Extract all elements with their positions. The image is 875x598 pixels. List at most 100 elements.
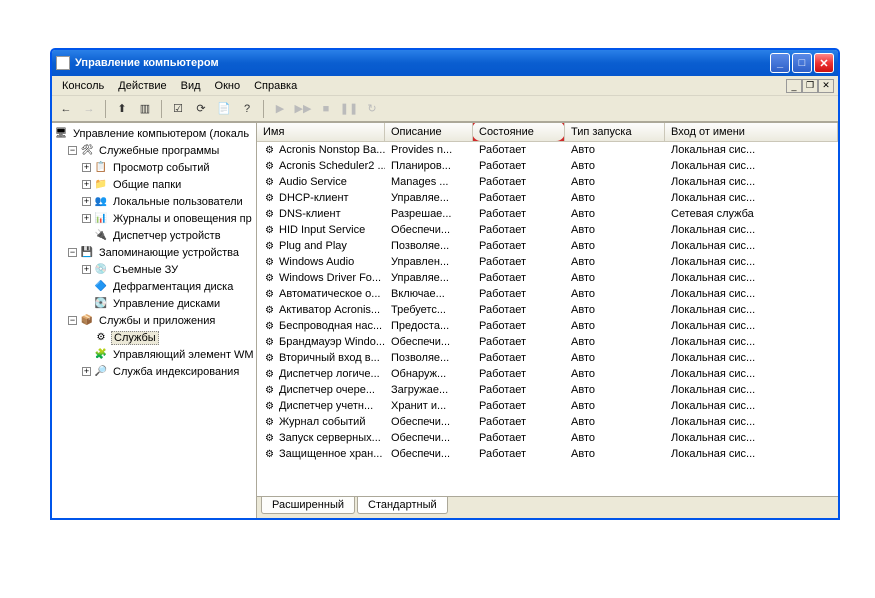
service-state: Работает <box>473 144 565 156</box>
tree-perf-logs[interactable]: +📊Журналы и оповещения пр <box>52 210 256 227</box>
mdi-close-button[interactable]: ✕ <box>818 79 834 93</box>
menu-help[interactable]: Справка <box>248 79 303 93</box>
collapse-icon[interactable]: − <box>68 146 77 155</box>
tree-event-viewer[interactable]: +📋Просмотр событий <box>52 159 256 176</box>
up-icon[interactable]: ⬆ <box>112 99 132 119</box>
tree-utilities[interactable]: −🛠Служебные программы <box>52 142 256 159</box>
separator <box>161 100 162 118</box>
tree-storage[interactable]: −💾Запоминающие устройства <box>52 244 256 261</box>
tree-disk-mgmt[interactable]: 💽Управление дисками <box>52 295 256 312</box>
tree-local-users[interactable]: +👥Локальные пользователи <box>52 193 256 210</box>
minimize-button[interactable]: _ <box>770 53 790 73</box>
service-logon: Локальная сис... <box>665 368 838 380</box>
service-desc: Планиров... <box>385 160 473 172</box>
tree-defrag[interactable]: 🔷Дефрагментация диска <box>52 278 256 295</box>
col-startup-type[interactable]: Тип запуска <box>565 123 665 141</box>
service-row[interactable]: ⚙Windows Driver Fo...Управляе...Работает… <box>257 270 838 286</box>
expand-icon[interactable]: + <box>82 197 91 206</box>
tree-services[interactable]: ⚙Службы <box>52 329 256 346</box>
separator <box>105 100 106 118</box>
service-row[interactable]: ⚙Вторичный вход в...Позволяе...РаботаетА… <box>257 350 838 366</box>
service-row[interactable]: ⚙Acronis Scheduler2 ...Планиров...Работа… <box>257 158 838 174</box>
expand-icon[interactable]: + <box>82 367 91 376</box>
show-hide-icon[interactable]: ▥ <box>135 99 155 119</box>
collapse-icon[interactable]: − <box>68 248 77 257</box>
properties-icon[interactable]: ☑ <box>168 99 188 119</box>
menu-view[interactable]: Вид <box>175 79 207 93</box>
service-state: Работает <box>473 192 565 204</box>
col-logon-as[interactable]: Вход от имени <box>665 123 838 141</box>
menu-console[interactable]: Консоль <box>56 79 110 93</box>
mdi-restore-button[interactable]: ❐ <box>802 79 818 93</box>
back-icon[interactable]: ← <box>56 99 76 119</box>
service-row[interactable]: ⚙Plug and PlayПозволяе...РаботаетАвтоЛок… <box>257 238 838 254</box>
service-icon: ⚙ <box>263 304 276 317</box>
service-row[interactable]: ⚙Активатор Acronis...Требуетс...Работает… <box>257 302 838 318</box>
menu-window[interactable]: Окно <box>209 79 247 93</box>
service-state: Работает <box>473 448 565 460</box>
tree-device-manager[interactable]: 🔌Диспетчер устройств <box>52 227 256 244</box>
mdi-minimize-button[interactable]: _ <box>786 79 802 93</box>
tree-indexing[interactable]: +🔎Служба индексирования <box>52 363 256 380</box>
tree-root[interactable]: 🖥Управление компьютером (локаль <box>52 125 256 142</box>
help-icon[interactable]: ? <box>237 99 257 119</box>
tree-shared-folders[interactable]: +📁Общие папки <box>52 176 256 193</box>
service-row[interactable]: ⚙DHCP-клиентУправляе...РаботаетАвтоЛокал… <box>257 190 838 206</box>
service-name: Acronis Nonstop Ba... <box>279 144 385 156</box>
menu-action[interactable]: Действие <box>112 79 172 93</box>
tab-extended[interactable]: Расширенный <box>261 497 355 514</box>
service-logon: Локальная сис... <box>665 432 838 444</box>
tree-removable[interactable]: +💿Съемные ЗУ <box>52 261 256 278</box>
service-start: Авто <box>565 224 665 236</box>
service-logon: Локальная сис... <box>665 192 838 204</box>
tools-icon: 🛠 <box>80 144 94 158</box>
service-name: Диспетчер логиче... <box>279 368 380 380</box>
expand-icon[interactable]: + <box>82 265 91 274</box>
service-name: HID Input Service <box>279 224 365 236</box>
menubar: Консоль Действие Вид Окно Справка _ ❐ ✕ <box>52 76 838 96</box>
service-desc: Включае... <box>385 288 473 300</box>
tree-wmi[interactable]: 🧩Управляющий элемент WM <box>52 346 256 363</box>
expand-icon[interactable]: + <box>82 214 91 223</box>
refresh-icon[interactable]: ⟳ <box>191 99 211 119</box>
service-icon: ⚙ <box>263 176 276 189</box>
service-row[interactable]: ⚙Журнал событийОбеспечи...РаботаетАвтоЛо… <box>257 414 838 430</box>
service-row[interactable]: ⚙Защищенное хран...Обеспечи...РаботаетАв… <box>257 446 838 462</box>
col-description[interactable]: Описание <box>385 123 473 141</box>
titlebar[interactable]: Управление компьютером _ □ ✕ <box>52 50 838 76</box>
service-row[interactable]: ⚙Audio ServiceManages ...РаботаетАвтоЛок… <box>257 174 838 190</box>
service-row[interactable]: ⚙Беспроводная нас...Предоста...РаботаетА… <box>257 318 838 334</box>
maximize-button[interactable]: □ <box>792 53 812 73</box>
expand-icon[interactable]: + <box>82 163 91 172</box>
users-icon: 👥 <box>94 195 108 209</box>
service-icon: ⚙ <box>263 288 276 301</box>
restart-icon: ↻ <box>362 99 382 119</box>
tree-services-apps[interactable]: −📦Службы и приложения <box>52 312 256 329</box>
service-row[interactable]: ⚙DNS-клиентРазрешае...РаботаетАвтоСетева… <box>257 206 838 222</box>
services-list[interactable]: ⚙Acronis Nonstop Ba...Provides n...Работ… <box>257 142 838 496</box>
close-button[interactable]: ✕ <box>814 53 834 73</box>
service-state: Работает <box>473 256 565 268</box>
service-row[interactable]: ⚙Диспетчер учетн...Хранит и...РаботаетАв… <box>257 398 838 414</box>
service-row[interactable]: ⚙Брандмауэр Windo...Обеспечи...РаботаетА… <box>257 334 838 350</box>
service-start: Авто <box>565 352 665 364</box>
export-icon[interactable]: 📄 <box>214 99 234 119</box>
tab-standard[interactable]: Стандартный <box>357 497 448 514</box>
service-name: Запуск серверных... <box>279 432 381 444</box>
service-row[interactable]: ⚙HID Input ServiceОбеспечи...РаботаетАвт… <box>257 222 838 238</box>
service-row[interactable]: ⚙Автоматическое о...Включае...РаботаетАв… <box>257 286 838 302</box>
service-row[interactable]: ⚙Windows AudioУправлен...РаботаетАвтоЛок… <box>257 254 838 270</box>
service-name: Windows Driver Fo... <box>279 272 381 284</box>
service-desc: Обеспечи... <box>385 432 473 444</box>
column-headers: Имя Описание Состояние Тип запуска Вход … <box>257 123 838 142</box>
service-row[interactable]: ⚙Acronis Nonstop Ba...Provides n...Работ… <box>257 142 838 158</box>
col-name[interactable]: Имя <box>257 123 385 141</box>
col-state[interactable]: Состояние <box>473 123 565 141</box>
service-icon: ⚙ <box>263 384 276 397</box>
service-row[interactable]: ⚙Запуск серверных...Обеспечи...РаботаетА… <box>257 430 838 446</box>
service-row[interactable]: ⚙Диспетчер очере...Загружае...РаботаетАв… <box>257 382 838 398</box>
service-start: Авто <box>565 144 665 156</box>
expand-icon[interactable]: + <box>82 180 91 189</box>
service-row[interactable]: ⚙Диспетчер логиче...Обнаруж...РаботаетАв… <box>257 366 838 382</box>
collapse-icon[interactable]: − <box>68 316 77 325</box>
